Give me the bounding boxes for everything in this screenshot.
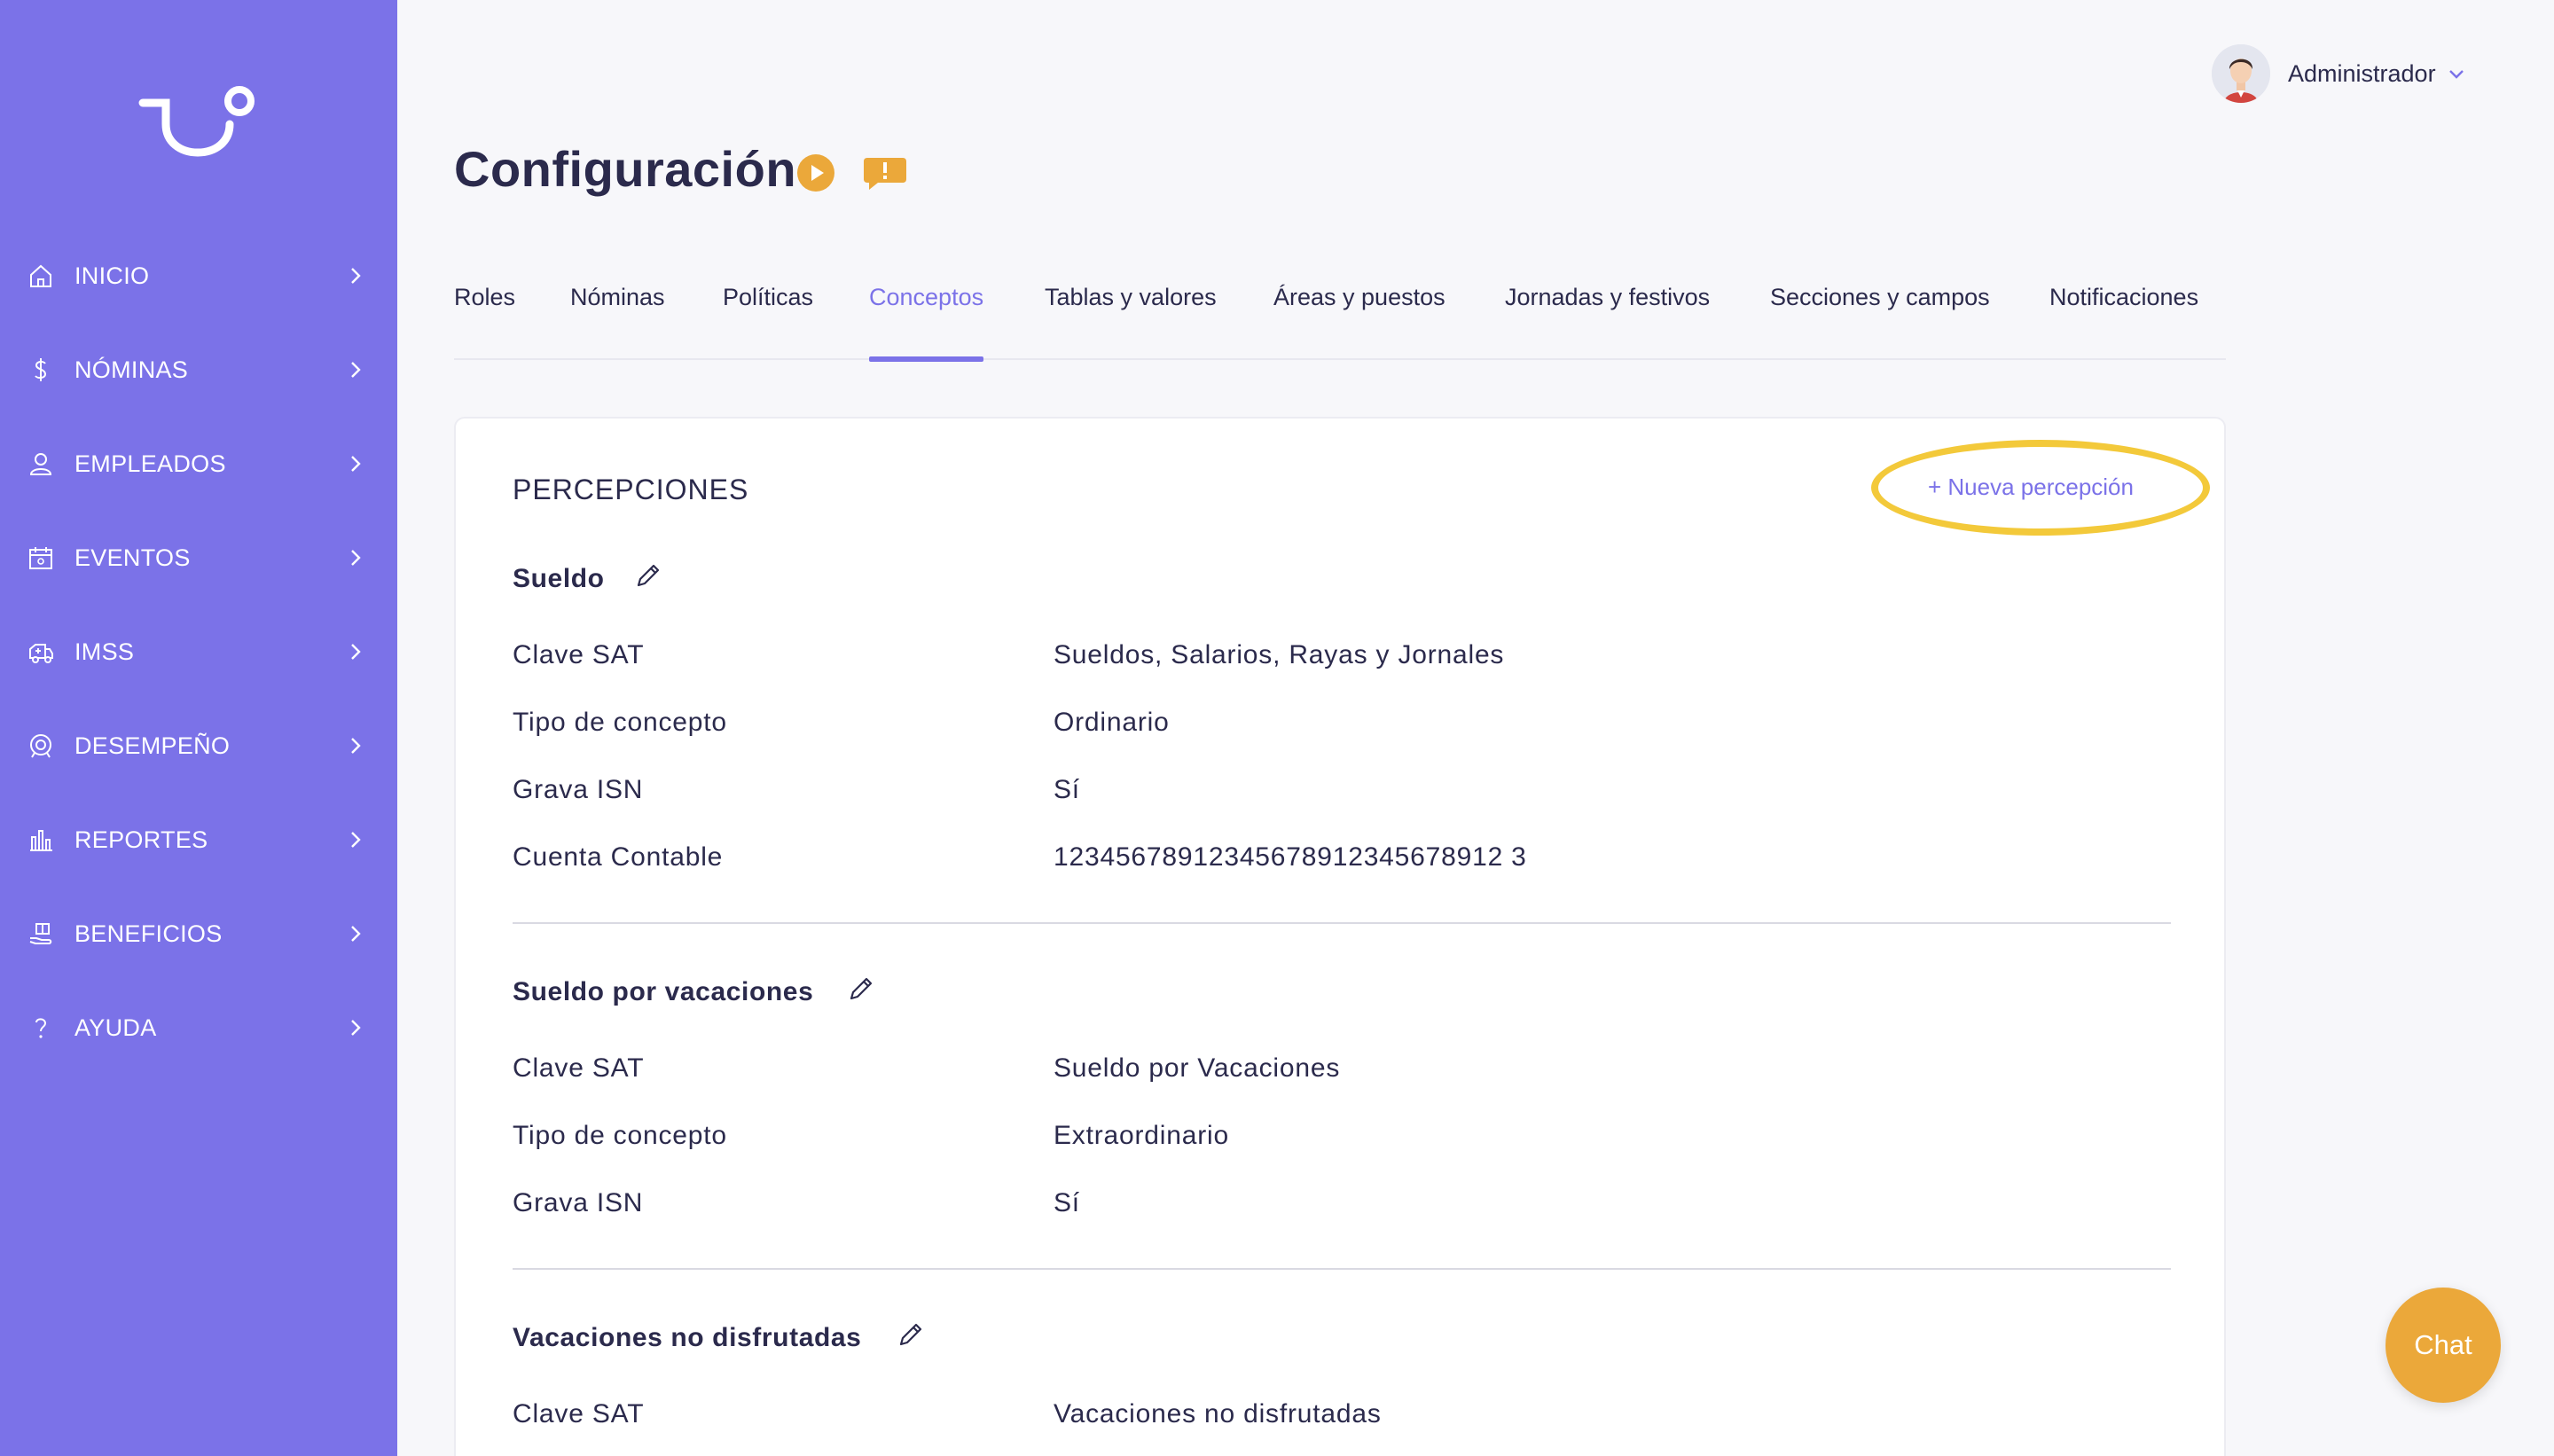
user-icon xyxy=(27,450,55,478)
row-value: Ordinario xyxy=(1054,708,1170,737)
bar-chart-icon xyxy=(27,826,55,854)
sidebar-item-label: EMPLEADOS xyxy=(74,450,226,477)
logo-icon[interactable] xyxy=(137,78,262,167)
chevron-down-icon xyxy=(2448,70,2464,79)
sidebar-item-label: AYUDA xyxy=(74,1014,157,1041)
row-value: Sí xyxy=(1054,1188,1080,1217)
feedback-icon[interactable] xyxy=(862,156,908,192)
row-label: Clave SAT xyxy=(513,640,645,669)
sidebar-item-eventos[interactable]: EVENTOS xyxy=(0,518,397,598)
user-name: Administrador xyxy=(2288,59,2436,87)
sidebar-item-label: IMSS xyxy=(74,638,135,665)
edit-pencil-icon[interactable] xyxy=(633,560,663,591)
gift-hand-icon xyxy=(27,920,55,948)
chevron-right-icon xyxy=(351,926,361,942)
sidebar-item-inicio[interactable]: INICIO xyxy=(0,236,397,316)
chevron-right-icon xyxy=(351,268,361,284)
chevron-right-icon xyxy=(351,456,361,472)
chevron-right-icon xyxy=(351,550,361,566)
sidebar: INICIO NÓMINAS EMPLEADOS EVENTOS IMSS DE… xyxy=(0,0,397,1456)
calendar-icon xyxy=(27,544,55,572)
edit-pencil-icon[interactable] xyxy=(846,974,876,1004)
tab-notificaciones[interactable]: Notificaciones xyxy=(2049,275,2198,360)
home-icon xyxy=(27,262,55,290)
row-label: Clave SAT xyxy=(513,1399,645,1429)
percepciones-card: PERCEPCIONES + Nueva percepción Sueldo C… xyxy=(454,417,2226,1456)
row-label: Grava ISN xyxy=(513,775,644,804)
sidebar-item-empleados[interactable]: EMPLEADOS xyxy=(0,424,397,504)
chevron-right-icon xyxy=(351,644,361,660)
user-menu[interactable]: Administrador xyxy=(2212,44,2466,103)
tab-bar: Roles Nóminas Políticas Conceptos Tablas… xyxy=(454,275,2226,362)
new-percepcion-button[interactable]: + Nueva percepción xyxy=(1928,474,2134,501)
sidebar-item-nominas[interactable]: NÓMINAS xyxy=(0,330,397,410)
sidebar-item-imss[interactable]: IMSS xyxy=(0,612,397,692)
sidebar-item-label: EVENTOS xyxy=(74,544,191,571)
row-value: 12345678912345678912345678912 3 xyxy=(1054,842,1527,872)
avatar xyxy=(2212,44,2270,103)
play-video-icon[interactable] xyxy=(796,153,835,192)
row-value: Sueldo por Vacaciones xyxy=(1054,1053,1341,1083)
chevron-right-icon xyxy=(351,738,361,754)
tab-tablas-y-valores[interactable]: Tablas y valores xyxy=(1045,275,1217,360)
row-value: Sí xyxy=(1054,775,1080,804)
row-value: Sueldos, Salarios, Rayas y Jornales xyxy=(1054,640,1505,669)
row-label: Cuenta Contable xyxy=(513,842,724,872)
sidebar-item-beneficios[interactable]: BENEFICIOS xyxy=(0,894,397,974)
page-title: Configuración xyxy=(454,141,797,197)
tab-areas-y-puestos[interactable]: Áreas y puestos xyxy=(1273,275,1445,360)
row-label: Tipo de concepto xyxy=(513,1121,727,1150)
sidebar-item-reportes[interactable]: REPORTES xyxy=(0,800,397,880)
chevron-right-icon xyxy=(351,832,361,848)
row-label: Tipo de concepto xyxy=(513,708,727,737)
tab-roles[interactable]: Roles xyxy=(454,275,515,360)
chat-button[interactable]: Chat xyxy=(2386,1288,2501,1403)
row-label: Grava ISN xyxy=(513,1188,644,1217)
sidebar-item-label: DESEMPEÑO xyxy=(74,732,231,759)
section-title: PERCEPCIONES xyxy=(513,474,749,505)
tab-nominas[interactable]: Nóminas xyxy=(570,275,665,360)
tab-politicas[interactable]: Políticas xyxy=(723,275,813,360)
chevron-right-icon xyxy=(351,1020,361,1036)
tab-jornadas-y-festivos[interactable]: Jornadas y festivos xyxy=(1505,275,1710,360)
sidebar-item-label: BENEFICIOS xyxy=(74,920,223,947)
tab-secciones-y-campos[interactable]: Secciones y campos xyxy=(1770,275,1990,360)
concept-title: Sueldo por vacaciones xyxy=(513,977,814,1006)
sidebar-item-ayuda[interactable]: AYUDA xyxy=(0,988,397,1068)
question-icon xyxy=(27,1014,55,1042)
sidebar-item-desempeno[interactable]: DESEMPEÑO xyxy=(0,706,397,786)
edit-pencil-icon[interactable] xyxy=(896,1319,926,1350)
divider xyxy=(513,922,2171,924)
sidebar-item-label: INICIO xyxy=(74,262,150,289)
sidebar-item-label: NÓMINAS xyxy=(74,356,189,383)
performance-icon xyxy=(27,732,55,760)
concept-title: Vacaciones no disfrutadas xyxy=(513,1323,862,1352)
row-label: Clave SAT xyxy=(513,1053,645,1083)
dollar-icon xyxy=(27,356,55,384)
divider xyxy=(513,1268,2171,1270)
sidebar-item-label: REPORTES xyxy=(74,826,208,853)
row-value: Extraordinario xyxy=(1054,1121,1229,1150)
concept-title: Sueldo xyxy=(513,564,605,593)
row-value: Vacaciones no disfrutadas xyxy=(1054,1399,1382,1429)
tab-conceptos[interactable]: Conceptos xyxy=(869,275,984,362)
ambulance-icon xyxy=(27,638,55,666)
chevron-right-icon xyxy=(351,362,361,378)
